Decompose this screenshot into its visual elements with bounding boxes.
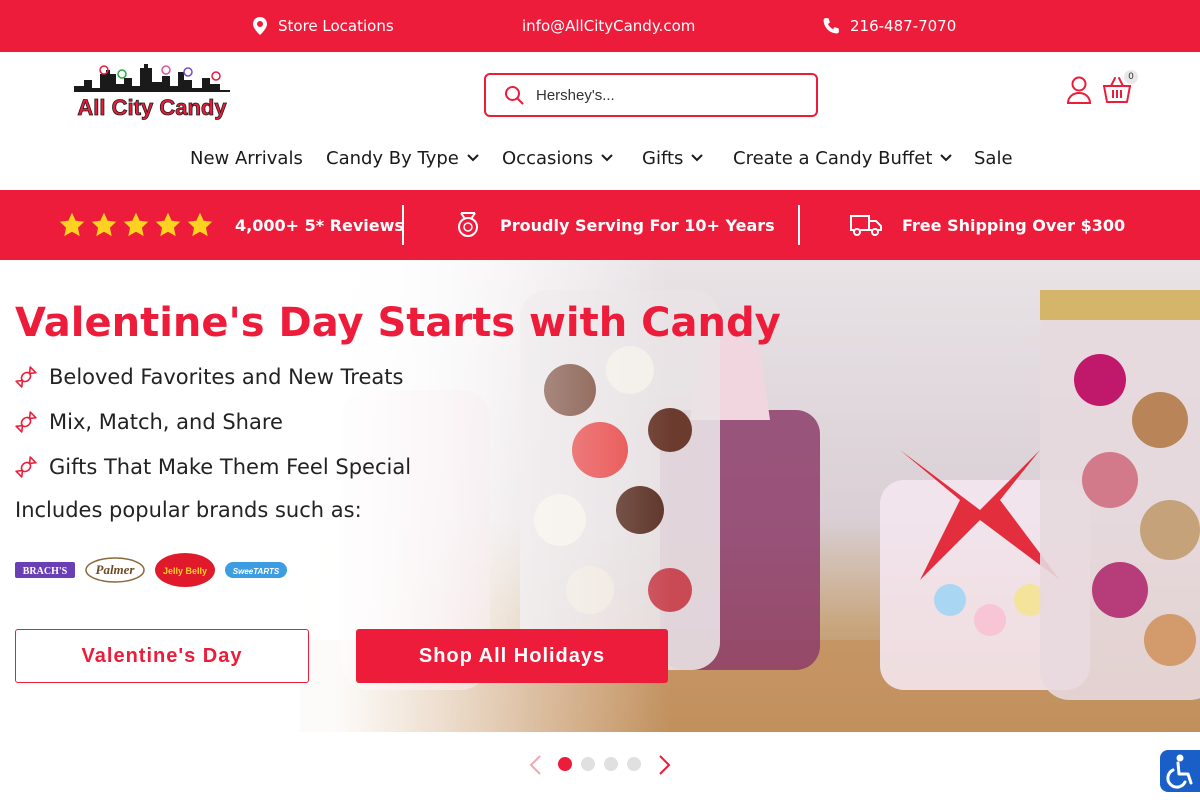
phone-icon: [823, 18, 839, 34]
search-bar[interactable]: [484, 73, 818, 117]
palmer-logo: Palmer: [85, 552, 145, 588]
nav-item-label: Occasions: [502, 147, 594, 169]
slider-dot[interactable]: [604, 757, 618, 771]
star-icon: [59, 212, 85, 237]
store-locations-link[interactable]: Store Locations: [252, 0, 394, 52]
slider-dot[interactable]: [627, 757, 641, 771]
hero-bullet: Beloved Favorites and New Treats: [15, 362, 403, 392]
nav-item-label: Candy By Type: [326, 147, 459, 169]
email-link[interactable]: info@AllCityCandy.com: [522, 0, 695, 52]
years-text: Proudly Serving For 10+ Years: [500, 215, 775, 235]
account-icon[interactable]: [1066, 76, 1092, 104]
jelly-belly-logo: Jelly Belly: [154, 552, 216, 588]
all-city-candy-logo[interactable]: All City Candy: [70, 62, 234, 122]
divider: [798, 205, 800, 245]
star-rating: [58, 190, 214, 260]
nav-item-candy-buffet[interactable]: Create a Candy Buffet: [733, 144, 953, 172]
sweetarts-logo: SweeTARTS: [225, 552, 287, 588]
email-label: info@AllCityCandy.com: [522, 17, 696, 35]
chevron-down-icon: [691, 154, 704, 162]
search-input[interactable]: [536, 86, 796, 104]
site-header: All City Candy 0 New Arrivals Candy By T…: [0, 52, 1200, 190]
jelly-belly-logo-text: Jelly Belly: [163, 566, 207, 576]
nav-item-gifts[interactable]: Gifts: [642, 144, 704, 172]
hero-title: Valentine's Day Starts with Candy: [15, 300, 781, 346]
hero-banner: Valentine's Day Starts with Candy Belove…: [0, 260, 1200, 732]
wheelchair-icon: [1166, 754, 1193, 789]
hero-bullet-text: Mix, Match, and Share: [49, 410, 283, 434]
shop-all-holidays-button[interactable]: Shop All Holidays: [356, 629, 668, 683]
sweetarts-logo-text: SweeTARTS: [233, 567, 280, 576]
slider-dot-active[interactable]: [558, 757, 572, 771]
reviews-text: 4,000+ 5* Reviews: [235, 215, 404, 235]
candy-icon: [15, 456, 37, 478]
shipping-text: Free Shipping Over $300: [902, 215, 1126, 235]
nav-item-label: Create a Candy Buffet: [733, 147, 933, 169]
phone-label: 216-487-7070: [850, 17, 957, 35]
nav-item-label: New Arrivals: [190, 147, 303, 169]
shipping-benefit: Free Shipping Over $300: [850, 190, 1125, 260]
chevron-down-icon: [467, 154, 479, 162]
candy-icon: [15, 366, 37, 388]
star-icon: [91, 212, 117, 237]
brachs-logo: BRACH'S: [15, 552, 75, 588]
main-nav: New Arrivals Candy By Type Occasions Gif…: [0, 144, 1200, 172]
nav-item-sale[interactable]: Sale: [974, 144, 1013, 172]
palmer-logo-text: Palmer: [96, 562, 136, 577]
award-medal-icon: [458, 212, 478, 237]
hero-bullet-text: Beloved Favorites and New Treats: [49, 365, 404, 389]
divider: [402, 205, 404, 245]
nav-item-candy-by-type[interactable]: Candy By Type: [326, 144, 479, 172]
star-icon: [123, 212, 149, 237]
chevron-left-icon[interactable]: [528, 754, 544, 776]
benefits-bar: 4,000+ 5* Reviews Proudly Serving For 10…: [0, 190, 1200, 260]
candy-icon: [15, 411, 37, 433]
hero-bullet-text: Gifts That Make Them Feel Special: [49, 455, 412, 479]
slider-dot[interactable]: [581, 757, 595, 771]
years-benefit: Proudly Serving For 10+ Years: [456, 190, 775, 260]
search-icon[interactable]: [504, 85, 524, 105]
accessibility-button[interactable]: [1160, 750, 1200, 792]
chevron-down-icon: [940, 154, 953, 162]
location-pin-icon: [253, 17, 267, 35]
cart-count-badge: 0: [1124, 70, 1138, 84]
nav-item-new-arrivals[interactable]: New Arrivals: [190, 144, 303, 172]
phone-link[interactable]: 216-487-7070: [822, 0, 956, 52]
brachs-logo-text: BRACH'S: [23, 566, 68, 577]
delivery-truck-icon: [850, 215, 882, 236]
nav-item-occasions[interactable]: Occasions: [502, 144, 613, 172]
nav-item-label: Gifts: [642, 147, 684, 169]
nav-item-label: Sale: [974, 147, 1013, 169]
brands-label: Includes popular brands such as:: [15, 498, 362, 522]
top-info-bar: Store Locations info@AllCityCandy.com 21…: [0, 0, 1200, 52]
logo-text: All City Candy: [77, 95, 227, 120]
chevron-down-icon: [601, 154, 613, 162]
hero-bullet: Mix, Match, and Share: [15, 407, 283, 437]
store-locations-label: Store Locations: [278, 17, 394, 35]
chevron-right-icon[interactable]: [656, 754, 672, 776]
hero-bullet: Gifts That Make Them Feel Special: [15, 452, 411, 482]
star-icon: [187, 212, 213, 237]
star-icon: [155, 212, 181, 237]
valentines-day-button[interactable]: Valentine's Day: [15, 629, 309, 683]
